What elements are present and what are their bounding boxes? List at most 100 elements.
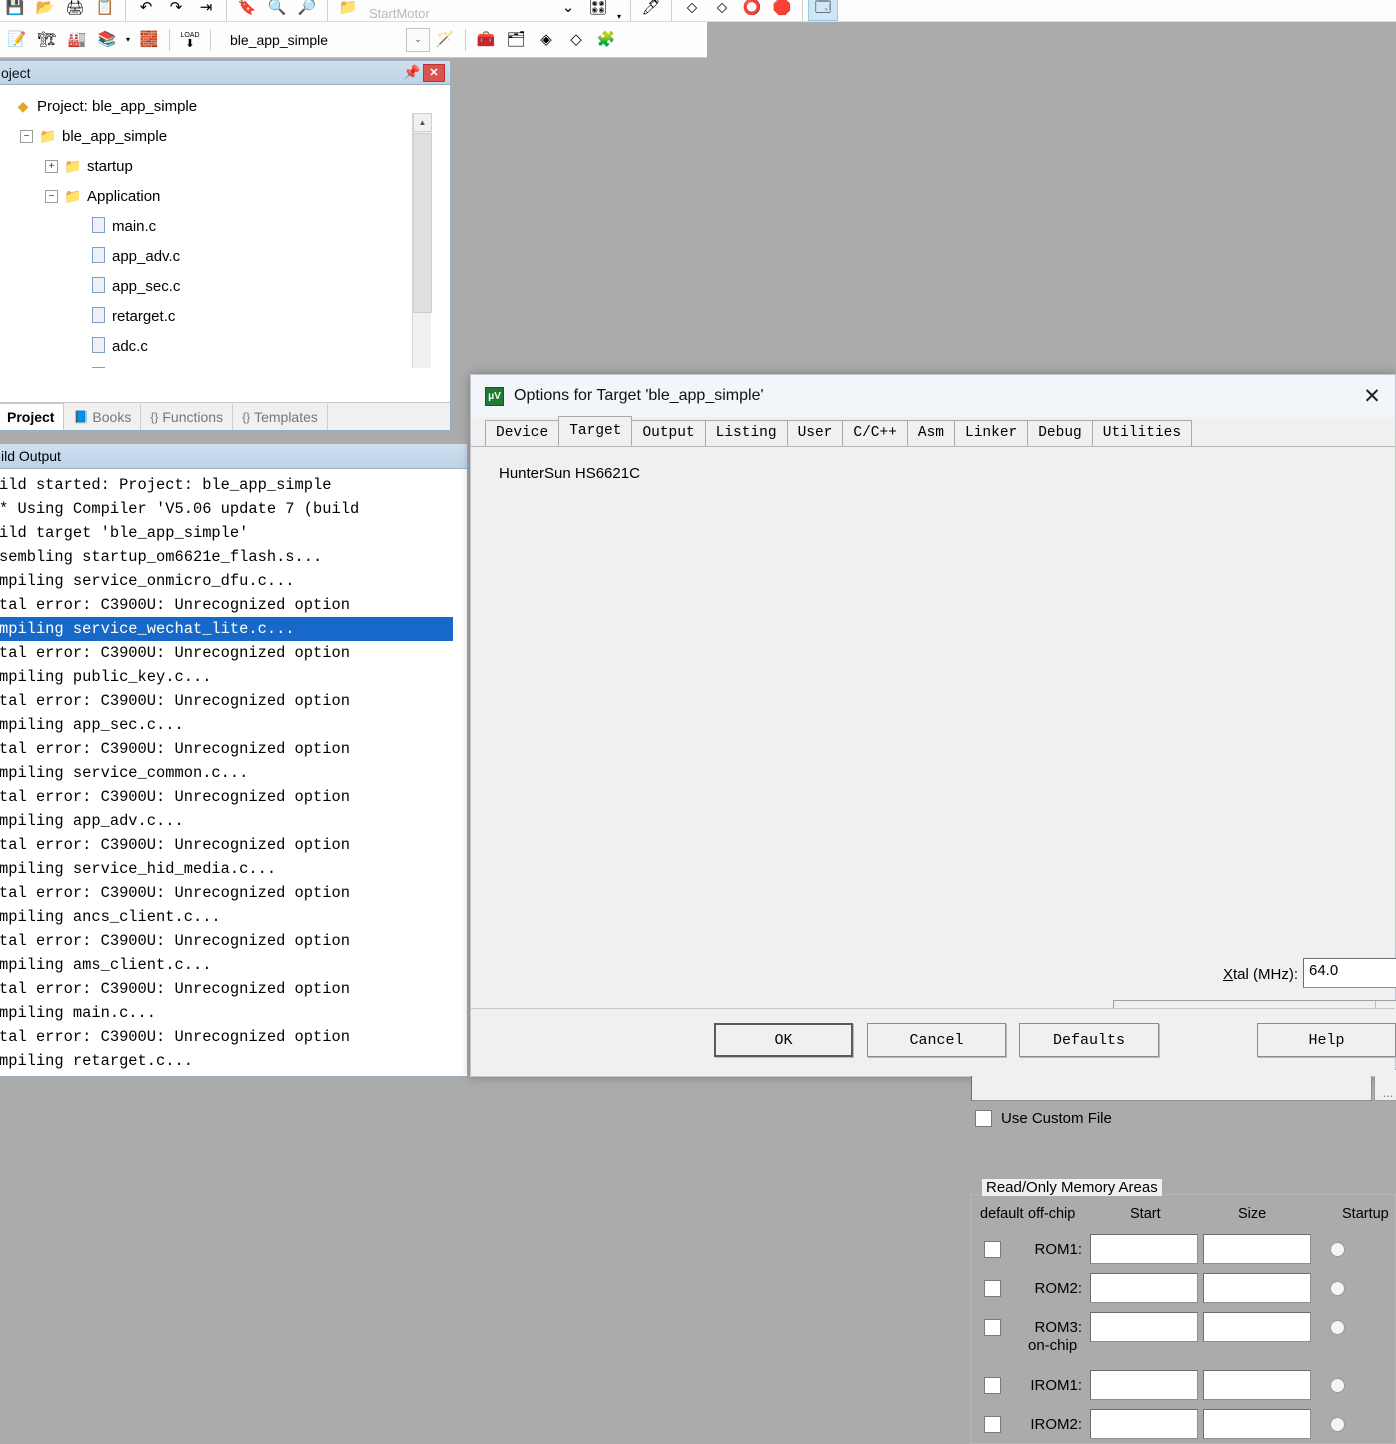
collapse-icon[interactable]: − bbox=[45, 189, 58, 203]
build-log-line[interactable]: tal error: C3900U: Unrecognized option bbox=[0, 1025, 467, 1049]
collapse-icon[interactable]: − bbox=[20, 129, 33, 143]
print-icon[interactable]: 🖨 bbox=[60, 0, 90, 21]
stop-build-icon[interactable]: 🧱 bbox=[134, 26, 164, 54]
project-tree[interactable]: ◆ Project: ble_app_simple − 📁 ble_app_simple… bbox=[0, 85, 450, 368]
build-icon[interactable]: 🏗 bbox=[32, 26, 62, 54]
memory-startup-radio[interactable] bbox=[1329, 1377, 1345, 1393]
memory-default-checkbox[interactable] bbox=[983, 1279, 1001, 1297]
target-options-icon[interactable]: 🎛 bbox=[583, 0, 613, 21]
build-output-log[interactable]: ild started: Project: ble_app_simple * Us… bbox=[0, 469, 467, 1073]
tab-listing[interactable]: Listing bbox=[704, 420, 788, 446]
memory-start-input[interactable] bbox=[1090, 1234, 1198, 1264]
redo-icon[interactable]: ↷ bbox=[161, 0, 191, 21]
batch-build-icon[interactable]: 📚 bbox=[92, 26, 122, 54]
tab-c-c++[interactable]: C/C++ bbox=[842, 420, 908, 446]
build-log-line[interactable]: sembling startup_om6621e_flash.s... bbox=[0, 545, 467, 569]
use-custom-file-checkbox[interactable] bbox=[975, 1110, 992, 1127]
tree-item[interactable]: app_adv.c bbox=[0, 241, 450, 271]
open-folder-icon[interactable]: 📂 bbox=[30, 0, 60, 21]
help-button[interactable]: Help bbox=[1257, 1023, 1396, 1057]
build-log-line[interactable]: tal error: C3900U: Unrecognized option bbox=[0, 833, 467, 857]
memory-start-input[interactable] bbox=[1090, 1312, 1198, 1342]
build-log-line[interactable]: mpiling main.c... bbox=[0, 1001, 467, 1025]
build-log-line[interactable]: tal error: C3900U: Unrecognized option bbox=[0, 977, 467, 1001]
tree-item[interactable]: − 📁 ble_app_simple bbox=[0, 121, 450, 151]
scroll-up-button[interactable]: ▲ bbox=[413, 113, 432, 132]
build-log-line[interactable]: tal error: C3900U: Unrecognized option bbox=[0, 689, 467, 713]
find-icon[interactable]: 🔍 bbox=[262, 0, 292, 21]
save-icon[interactable]: 💾 bbox=[0, 0, 30, 21]
pin-icon[interactable]: 📌 bbox=[401, 64, 423, 81]
manage-project-items-icon[interactable]: 🧰 bbox=[471, 26, 501, 54]
memory-startup-radio[interactable] bbox=[1329, 1280, 1345, 1296]
multi-project-icon[interactable]: 🧩 bbox=[591, 26, 621, 54]
build-log-line[interactable]: mpiling ancs_client.c... bbox=[0, 905, 467, 929]
memory-size-input[interactable] bbox=[1203, 1409, 1311, 1439]
bookmark-icon[interactable]: 🔖 bbox=[232, 0, 262, 21]
project-tree-scrollbar[interactable]: ▲ ▼ bbox=[412, 113, 432, 368]
memory-size-input[interactable] bbox=[1203, 1312, 1311, 1342]
tree-item[interactable]: main.c bbox=[0, 211, 450, 241]
project-tab-project[interactable]: Project bbox=[0, 403, 65, 430]
configuration-wizard-icon[interactable]: 🪄 bbox=[430, 26, 460, 54]
tab-user[interactable]: User bbox=[786, 420, 844, 446]
chevron-down-icon[interactable]: ▾ bbox=[613, 12, 625, 21]
tree-item[interactable]: ◆ Project: ble_app_simple bbox=[0, 91, 450, 121]
close-icon[interactable]: ✕ bbox=[423, 63, 445, 82]
tree-item[interactable]: + 📁 startup bbox=[0, 151, 450, 181]
project-tab-functions[interactable]: {} Functions bbox=[141, 404, 234, 430]
insert-bookmark-icon[interactable]: ◈ bbox=[531, 26, 561, 54]
memory-default-checkbox[interactable] bbox=[983, 1240, 1001, 1258]
memory-default-checkbox[interactable] bbox=[983, 1415, 1001, 1433]
tree-item[interactable]: retarget.c bbox=[0, 301, 450, 331]
memory-start-input[interactable] bbox=[1090, 1409, 1198, 1439]
indent-icon[interactable]: ⇥ bbox=[191, 0, 221, 21]
load-icon[interactable]: LOAD ⬇ bbox=[175, 26, 205, 54]
build-log-line[interactable]: * Using Compiler 'V5.06 update 7 (build bbox=[0, 497, 467, 521]
memory-default-checkbox[interactable] bbox=[983, 1318, 1001, 1336]
build-log-line[interactable]: mpiling ams_client.c... bbox=[0, 953, 467, 977]
build-log-line[interactable]: ild started: Project: ble_app_simple bbox=[0, 473, 467, 497]
memory-start-input[interactable] bbox=[1090, 1273, 1198, 1303]
tab-output[interactable]: Output bbox=[631, 420, 706, 446]
build-log-line[interactable]: mpiling public_key.c... bbox=[0, 665, 467, 689]
cancel-button[interactable]: Cancel bbox=[867, 1023, 1006, 1057]
tree-item[interactable]: dma_nds.c bbox=[0, 361, 450, 368]
build-log-line[interactable]: mpiling app_sec.c... bbox=[0, 713, 467, 737]
build-log-line[interactable]: mpiling service_hid_media.c... bbox=[0, 857, 467, 881]
scrollbar-thumb[interactable] bbox=[413, 133, 432, 313]
build-log-line[interactable]: tal error: C3900U: Unrecognized option bbox=[0, 593, 467, 617]
project-combo-arrow-icon[interactable]: ⌄ bbox=[406, 27, 430, 52]
target-combo-arrow-icon[interactable]: ⌄ bbox=[553, 0, 583, 21]
tab-target[interactable]: Target bbox=[558, 416, 633, 446]
tab-utilities[interactable]: Utilities bbox=[1091, 420, 1193, 446]
build-log-line[interactable]: tal error: C3900U: Unrecognized option bbox=[0, 737, 467, 761]
build-log-line[interactable]: tal error: C3900U: Unrecognized option bbox=[0, 785, 467, 809]
use-custom-file-row[interactable]: Use Custom File bbox=[975, 1110, 1112, 1127]
debug-session-icon[interactable]: 🖊 bbox=[636, 0, 666, 21]
ok-button[interactable]: OK bbox=[714, 1023, 853, 1057]
expand-icon[interactable]: + bbox=[45, 159, 58, 173]
clear-bookmarks-icon[interactable]: ◇ bbox=[561, 26, 591, 54]
memory-default-checkbox[interactable] bbox=[983, 1376, 1001, 1394]
project-tab-books[interactable]: 📘 Books bbox=[64, 404, 142, 430]
undo-icon[interactable]: ↶ bbox=[131, 0, 161, 21]
build-log-line[interactable]: ild target 'ble_app_simple' bbox=[0, 521, 467, 545]
target-combo-text[interactable]: StartMotor bbox=[363, 6, 553, 21]
memory-startup-radio[interactable] bbox=[1329, 1241, 1345, 1257]
build-log-line[interactable]: mpiling app_adv.c... bbox=[0, 809, 467, 833]
translate-icon[interactable]: 📝 bbox=[2, 26, 32, 54]
tree-item[interactable]: adc.c bbox=[0, 331, 450, 361]
xtal-input[interactable]: 64.0 bbox=[1303, 958, 1396, 988]
project-combo-value[interactable]: ble_app_simple bbox=[216, 32, 406, 48]
copy-icon[interactable]: 📋 bbox=[90, 0, 120, 21]
memory-startup-radio[interactable] bbox=[1329, 1319, 1345, 1335]
build-log-line[interactable]: mpiling service_wechat_lite.c... bbox=[0, 617, 453, 641]
tab-device[interactable]: Device bbox=[485, 420, 560, 446]
defaults-button[interactable]: Defaults bbox=[1019, 1023, 1159, 1057]
tree-item[interactable]: app_sec.c bbox=[0, 271, 450, 301]
memory-size-input[interactable] bbox=[1203, 1370, 1311, 1400]
target-folder-icon[interactable]: 📁 bbox=[333, 0, 363, 21]
insert-bookmark-icon[interactable]: ⬦ bbox=[677, 0, 707, 21]
memory-size-input[interactable] bbox=[1203, 1273, 1311, 1303]
